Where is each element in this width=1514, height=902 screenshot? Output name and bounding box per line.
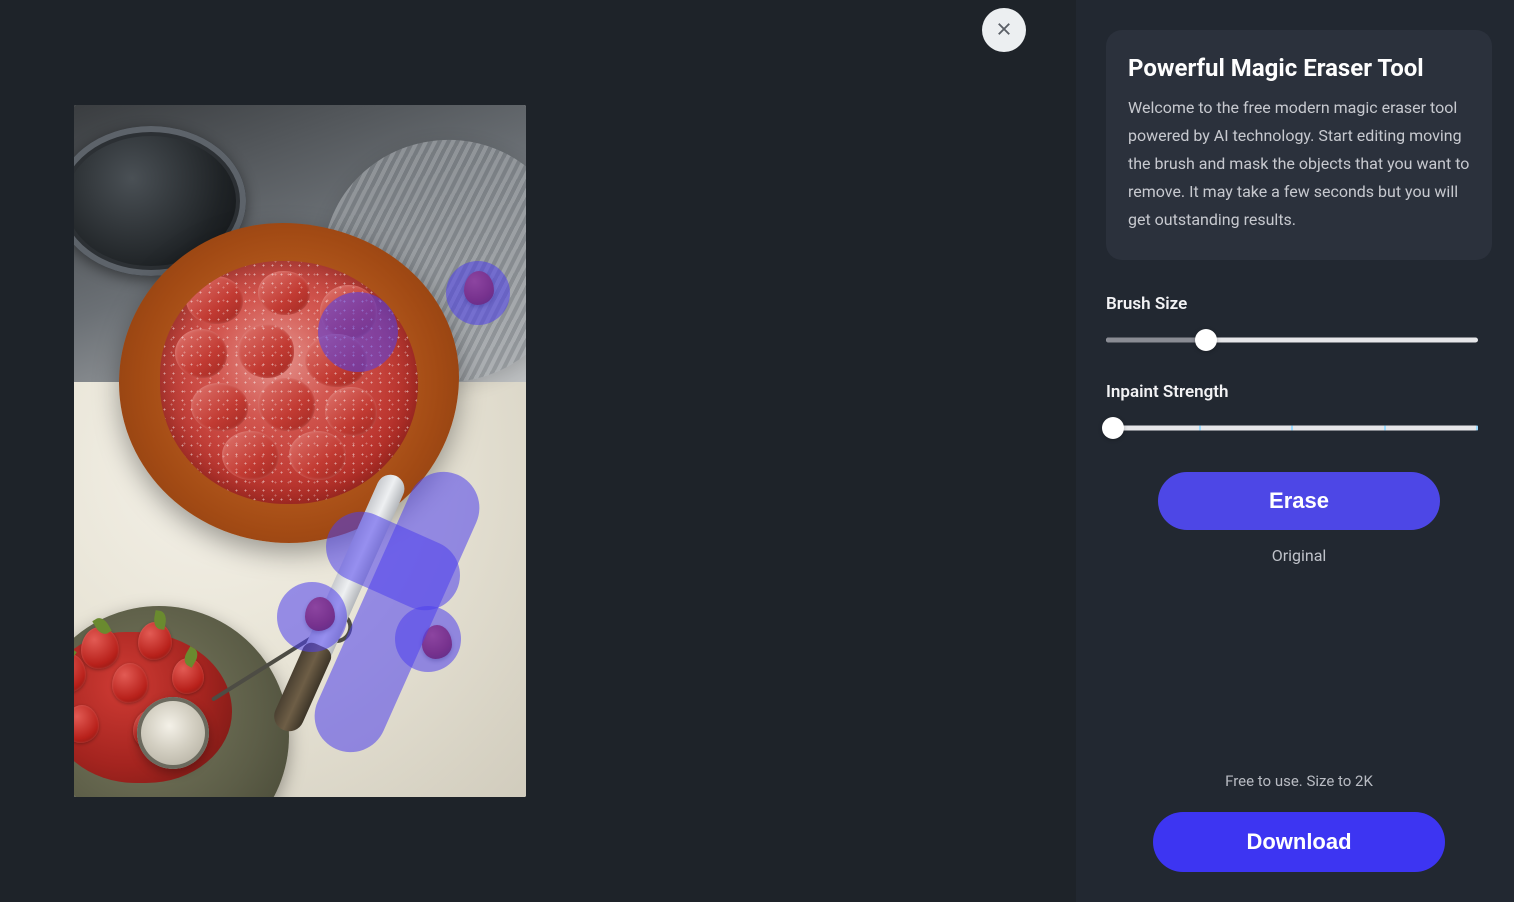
controls-sidebar: Powerful Magic Eraser Tool Welcome to th… [1076, 0, 1514, 902]
brush-mask [277, 582, 347, 652]
brush-size-slider[interactable] [1106, 332, 1478, 348]
download-button[interactable]: Download [1153, 812, 1445, 872]
info-card: Powerful Magic Eraser Tool Welcome to th… [1106, 30, 1492, 260]
inpaint-strength-control: Inpaint Strength [1106, 382, 1492, 436]
editor-canvas-area [0, 0, 1076, 902]
original-toggle[interactable]: Original [1272, 546, 1327, 565]
brush-mask [318, 292, 398, 372]
action-group: Erase Original [1106, 472, 1492, 565]
card-title: Powerful Magic Eraser Tool [1128, 54, 1470, 82]
image-canvas[interactable] [74, 105, 526, 797]
brush-size-label: Brush Size [1106, 294, 1492, 314]
slider-thumb[interactable] [1195, 329, 1217, 351]
footer-note: Free to use. Size to 2K [1106, 772, 1492, 790]
brush-size-control: Brush Size [1106, 294, 1492, 348]
inpaint-strength-slider[interactable] [1106, 420, 1478, 436]
brush-mask [446, 261, 510, 325]
card-description: Welcome to the free modern magic eraser … [1128, 94, 1470, 234]
close-icon [995, 20, 1013, 41]
inpaint-strength-label: Inpaint Strength [1106, 382, 1492, 402]
erase-button[interactable]: Erase [1158, 472, 1440, 530]
slider-thumb[interactable] [1102, 417, 1124, 439]
close-button[interactable] [982, 8, 1026, 52]
